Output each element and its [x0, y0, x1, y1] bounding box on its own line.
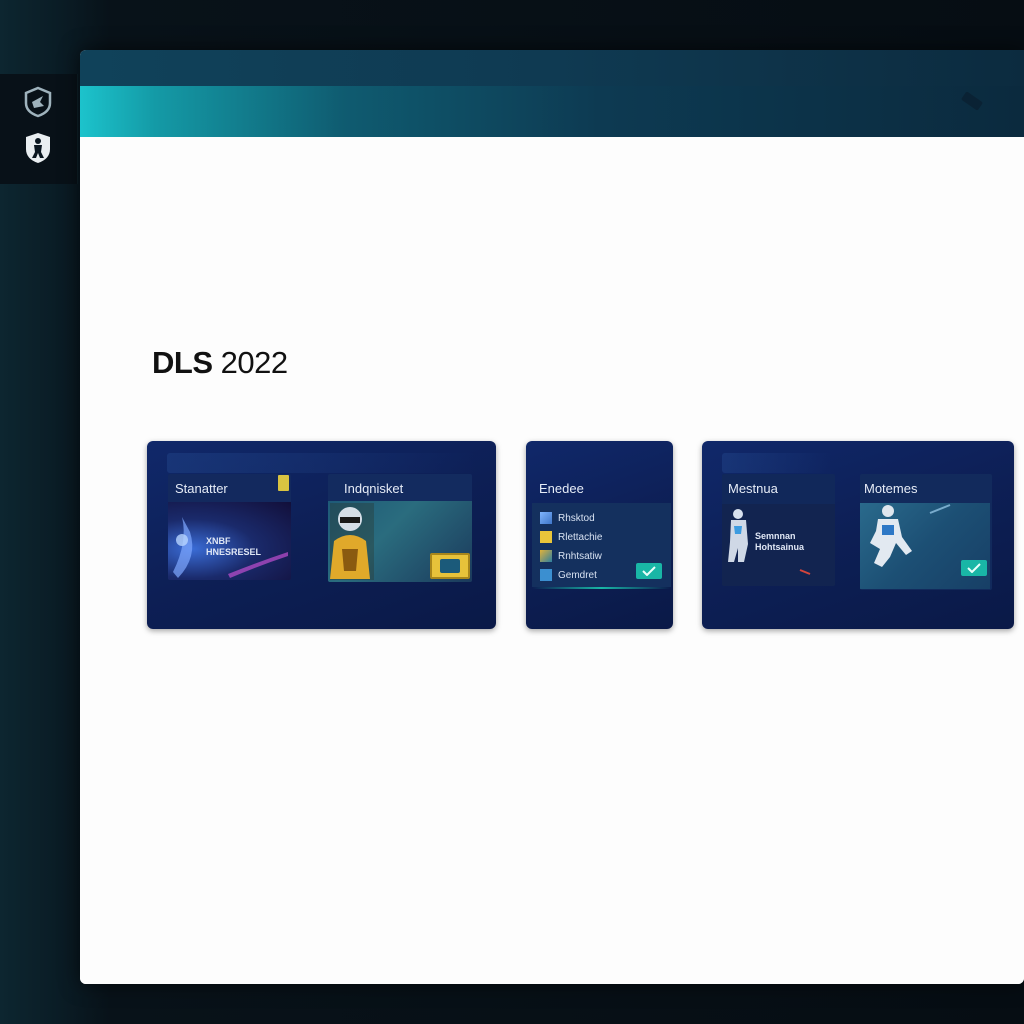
panel-stanatter[interactable]: Stanatter XNBF HNESRESEL	[168, 474, 291, 580]
panel-mestnua[interactable]: Mestnua Semnnan Hohtsainua	[722, 474, 835, 586]
tab-bar	[80, 86, 1024, 137]
panel-indqnisket[interactable]: Indqnisket	[328, 474, 472, 582]
menu-list: Rhsktod Rlettachie Rnhtsatiw Gemdret	[532, 503, 671, 587]
player-icon	[540, 569, 552, 581]
shield-arrow-icon[interactable]	[22, 86, 54, 118]
window-handle-icon[interactable]	[960, 91, 984, 111]
player-icon	[540, 531, 552, 543]
panel-label: Motemes	[864, 481, 918, 496]
list-item[interactable]: Rnhtsatiw	[540, 549, 602, 563]
selection-underline	[532, 587, 671, 589]
panel-art	[328, 501, 472, 582]
list-item[interactable]: Rhsktod	[540, 511, 595, 525]
main-content: DLS 2022 Stanatter XNBF HNESRESEL Indqni…	[80, 137, 1024, 984]
player-shield-icon[interactable]	[22, 132, 54, 164]
trophy-badge-icon	[430, 553, 470, 579]
check-icon	[642, 566, 656, 576]
confirm-button[interactable]	[636, 563, 662, 579]
badge-icon	[278, 475, 289, 491]
card-players[interactable]: Mestnua Semnnan Hohtsainua Motemes	[702, 441, 1014, 629]
app-window: DLS 2022 Stanatter XNBF HNESRESEL Indqni…	[80, 50, 1024, 984]
card-header-glow	[167, 453, 477, 473]
panel-motemes[interactable]: Motemes	[860, 474, 992, 590]
title-bar	[80, 50, 1024, 86]
page-title: DLS 2022	[152, 345, 288, 380]
card-title: Enedee	[539, 481, 584, 496]
list-item[interactable]: Gemdret	[540, 568, 597, 582]
panel-label: Mestnua	[728, 481, 778, 496]
panel-art-text: Semnnan Hohtsainua	[755, 531, 805, 552]
card-featured[interactable]: Stanatter XNBF HNESRESEL Indqnisket	[147, 441, 496, 629]
card-header-glow	[722, 453, 832, 473]
player-icon	[540, 512, 552, 524]
panel-art: Semnnan Hohtsainua	[722, 504, 835, 586]
check-icon	[967, 563, 981, 573]
confirm-button[interactable]	[961, 560, 987, 576]
player-icon	[540, 550, 552, 562]
panel-art-text: XNBF HNESRESEL	[206, 536, 262, 557]
card-menu[interactable]: Enedee Rhsktod Rlettachie Rnhtsatiw Gemd…	[526, 441, 673, 629]
panel-label: Indqnisket	[344, 481, 404, 496]
panel-art: XNBF HNESRESEL	[168, 502, 291, 580]
side-rail	[0, 74, 78, 184]
panel-art	[860, 503, 990, 589]
panel-label: Stanatter	[175, 481, 228, 496]
list-item[interactable]: Rlettachie	[540, 530, 602, 544]
